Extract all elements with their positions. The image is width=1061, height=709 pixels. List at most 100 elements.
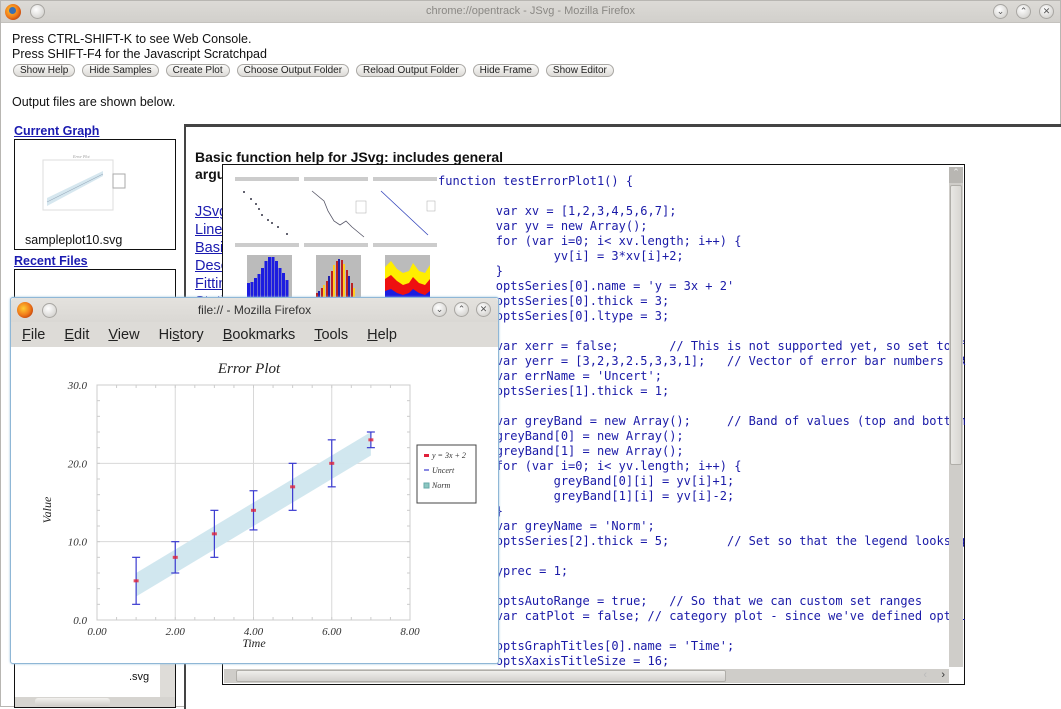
popup-titlebar: file:// - Mozilla Firefox ⌄ ⌃ ✕ (11, 298, 498, 322)
close-button[interactable]: ✕ (1039, 4, 1054, 19)
show-editor-button[interactable]: Show Editor (545, 64, 614, 77)
error-plot-svg: Error Plot Time Value 0.00 2.00 4.00 6.00 8.… (40, 361, 477, 650)
code-line: for (var i=0; i< yv.length; i++) { (438, 459, 742, 473)
scroll-up-icon[interactable]: ⌃ (949, 167, 963, 183)
y-tick-label: 20.0 (68, 458, 88, 470)
legend-swatch-band (423, 482, 430, 489)
popup-minimize-button[interactable]: ⌄ (432, 302, 447, 317)
editor-hscroll[interactable]: ‹ › (224, 669, 949, 683)
output-note: Output files are shown below. (12, 95, 176, 109)
sample-scatter (235, 177, 299, 235)
window-title: chrome://opentrack - JSvg - Mozilla Fire… (425, 5, 636, 17)
code-line: optsSeries[0].thick = 3; (438, 294, 670, 308)
menu-file[interactable]: File (22, 327, 45, 343)
data-point (172, 555, 178, 559)
thumbnail-plot: Error Plot (42, 154, 126, 211)
code-line: optsSeries[1].thick = 1; (438, 384, 670, 398)
code-line: function testErrorPlot1() { (438, 174, 634, 188)
code-line: greyBand[0][i] = yv[i]+1; (438, 474, 735, 488)
create-plot-button[interactable]: Create Plot (165, 64, 230, 77)
data-point (329, 461, 335, 465)
editor-vscroll-thumb[interactable] (950, 185, 962, 465)
chart-legend: y = 3x + 2 Uncert Norm (416, 444, 477, 504)
scroll-right-icon[interactable]: › (941, 669, 945, 681)
hide-frame-button[interactable]: Hide Frame (472, 64, 539, 77)
recent-file-item[interactable]: .svg (129, 671, 149, 683)
popup-maximize-button[interactable]: ⌃ (454, 302, 469, 317)
sample-plots (233, 175, 438, 305)
scroll-left-icon[interactable]: ‹ (923, 669, 927, 681)
error-plot: Error Plot Time Value 0.00 2.00 4.00 6.00 8.… (11, 348, 498, 663)
code-line: greyBand[1][i] = yv[i]-2; (438, 489, 735, 503)
editor-hscroll-thumb[interactable] (236, 670, 726, 682)
code-line: optsXaxisTitleSize = 16; (438, 654, 670, 668)
legend-label: Norm (431, 481, 450, 490)
y-axis-label: Value (40, 496, 54, 523)
data-point (251, 508, 256, 512)
data-point (133, 579, 139, 583)
main-titlebar: chrome://opentrack - JSvg - Mozilla Fire… (1, 1, 1060, 23)
recent-files-vscroll[interactable] (160, 660, 175, 700)
maximize-button[interactable]: ⌃ (1016, 4, 1031, 19)
code-line: var xv = [1,2,3,4,5,6,7]; (438, 204, 677, 218)
current-graph-thumbnail[interactable]: Error Plot sampleplot10.svg (14, 139, 176, 250)
sample-line (304, 177, 368, 238)
x-tick-label: 0.00 (87, 626, 107, 638)
recent-files-hscroll[interactable] (15, 697, 175, 707)
code-line: greyBand[1] = new Array(); (438, 444, 684, 458)
sample-histogram (235, 243, 299, 305)
data-point (290, 485, 296, 489)
menu-help[interactable]: Help (367, 327, 397, 343)
code-line: optsSeries[0].name = 'y = 3x + 2' (438, 279, 735, 293)
chart-title: Error Plot (217, 361, 281, 377)
code-line: var catPlot = false; // category plot - … (438, 609, 966, 623)
show-help-button[interactable]: Show Help (13, 64, 76, 77)
choose-output-folder-button[interactable]: Choose Output Folder (236, 64, 350, 77)
menu-view[interactable]: View (108, 327, 139, 343)
sample-stacked (373, 243, 437, 305)
toolbar: Show Help Hide Samples Create Plot Choos… (13, 64, 614, 77)
current-graph-filename: sampleplot10.svg (25, 233, 123, 247)
sample-thumbnails (235, 177, 437, 305)
code-line: var xerr = false; // This is not support… (438, 339, 966, 353)
code-line: optsAutoRange = true; // So that we can … (438, 594, 923, 608)
sample-bars (304, 243, 368, 305)
hide-samples-button[interactable]: Hide Samples (82, 64, 159, 77)
menu-edit[interactable]: Edit (64, 327, 89, 343)
code-line: var yerr = [3,2,3,2.5,3,3,1]; // Vector … (438, 354, 966, 368)
popup-menubar: File Edit View History Bookmarks Tools Help (11, 322, 498, 347)
code-line: } (438, 264, 504, 278)
y-tick-label: 10.0 (68, 537, 88, 549)
popup-close-button[interactable]: ✕ (476, 302, 491, 317)
code-text[interactable]: function testErrorPlot1() { var xv = [1,… (438, 174, 965, 669)
data-point (211, 532, 217, 536)
editor-vscroll[interactable]: ⌃ (949, 167, 963, 667)
legend-label: Uncert (432, 466, 455, 475)
code-line: greyBand[0] = new Array(); (438, 429, 684, 443)
svg-text:Error Plot: Error Plot (72, 154, 91, 159)
y-tick-label: 30.0 (67, 380, 88, 392)
data-point (368, 438, 374, 442)
menu-history[interactable]: History (159, 327, 204, 343)
menu-bookmarks[interactable]: Bookmarks (223, 327, 296, 343)
code-line: var greyBand = new Array(); // Band of v… (438, 414, 966, 428)
menu-tools[interactable]: Tools (314, 327, 348, 343)
minimize-button[interactable]: ⌄ (993, 4, 1008, 19)
recent-files-link[interactable]: Recent Files (14, 254, 88, 268)
code-line: var greyName = 'Norm'; (438, 519, 655, 533)
code-line: yprec = 1; (438, 564, 569, 578)
console-hint: Press CTRL-SHIFT-K to see Web Console. (12, 32, 252, 46)
current-graph-link[interactable]: Current Graph (14, 124, 99, 138)
x-tick-label: 6.00 (322, 626, 342, 638)
sample-fit (373, 177, 437, 236)
legend-swatch-line (424, 454, 429, 457)
plot-popup-window: file:// - Mozilla Firefox ⌄ ⌃ ✕ File Edit… (10, 297, 499, 664)
code-line: var yv = new Array(); (438, 219, 648, 233)
x-tick-label: 8.00 (400, 626, 420, 638)
reload-output-folder-button[interactable]: Reload Output Folder (356, 64, 466, 77)
code-line: } (495, 504, 504, 518)
